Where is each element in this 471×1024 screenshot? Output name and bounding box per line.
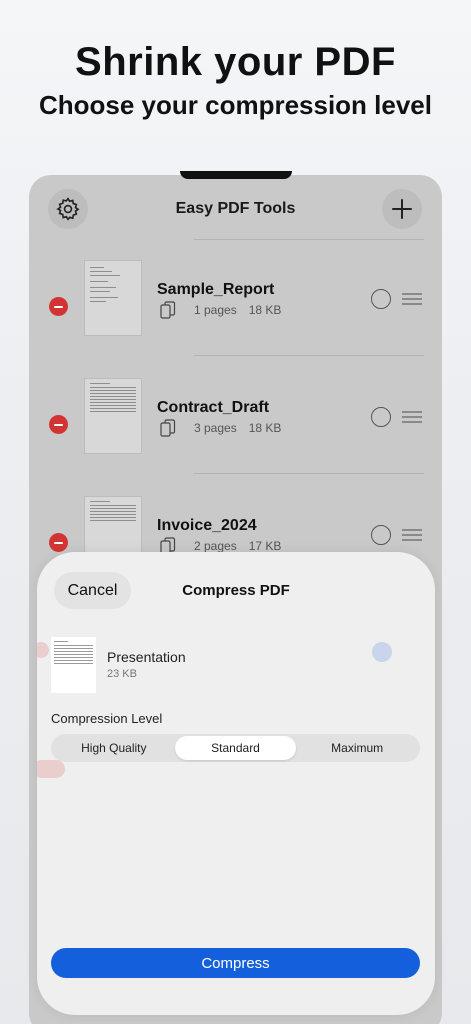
file-thumbnail <box>85 379 141 453</box>
select-radio[interactable] <box>371 525 391 545</box>
file-name: Sample_Report <box>157 281 275 298</box>
drag-handle-icon[interactable] <box>402 293 422 308</box>
delete-button[interactable] <box>49 297 68 316</box>
ghost-delete-icon <box>37 642 49 658</box>
plus-icon <box>392 199 412 219</box>
sheet-title: Compress PDF <box>182 582 290 599</box>
selected-file-size: 23 KB <box>107 668 137 680</box>
option-standard[interactable]: Standard <box>174 736 297 760</box>
option-maximum[interactable]: Maximum <box>296 736 418 760</box>
document-icon <box>160 301 176 319</box>
row-divider <box>194 355 424 356</box>
promo-headline: Shrink your PDF <box>75 40 396 84</box>
file-row[interactable]: Contract_Draft 3 pages 18 KB <box>29 379 442 469</box>
add-file-button[interactable] <box>382 189 422 229</box>
selected-file-thumbnail <box>51 637 96 693</box>
file-meta: 1 pages 18 KB <box>194 303 282 317</box>
ghost-delete-icon <box>37 760 65 778</box>
file-meta: 3 pages 18 KB <box>194 421 282 435</box>
file-name: Contract_Draft <box>157 399 270 416</box>
row-divider <box>194 239 424 240</box>
select-radio[interactable] <box>371 407 391 427</box>
compression-level-label: Compression Level <box>51 711 163 726</box>
option-high-quality[interactable]: High Quality <box>53 736 175 760</box>
ghost-radio-icon <box>372 642 392 662</box>
file-thumbnail <box>85 261 141 335</box>
select-radio[interactable] <box>371 289 391 309</box>
app-title: Easy PDF Tools <box>175 200 296 217</box>
delete-button[interactable] <box>49 415 68 434</box>
row-divider <box>194 473 424 474</box>
drag-handle-icon[interactable] <box>402 411 422 426</box>
compress-sheet: Cancel Compress PDF Presentation 23 KB C… <box>37 552 435 1015</box>
delete-button[interactable] <box>49 533 68 552</box>
selected-file-name: Presentation <box>107 649 186 665</box>
promo-subhead: Choose your compression level <box>38 90 432 120</box>
document-icon <box>160 419 176 437</box>
compress-button[interactable]: Compress <box>51 948 420 978</box>
compression-level-control: High Quality Standard Maximum <box>51 734 420 762</box>
device-notch <box>180 171 292 179</box>
file-meta: 2 pages 17 KB <box>194 539 282 553</box>
file-row[interactable]: Sample_Report 1 pages 18 KB <box>29 261 442 351</box>
file-name: Invoice_2024 <box>157 517 257 534</box>
drag-handle-icon[interactable] <box>402 529 422 544</box>
